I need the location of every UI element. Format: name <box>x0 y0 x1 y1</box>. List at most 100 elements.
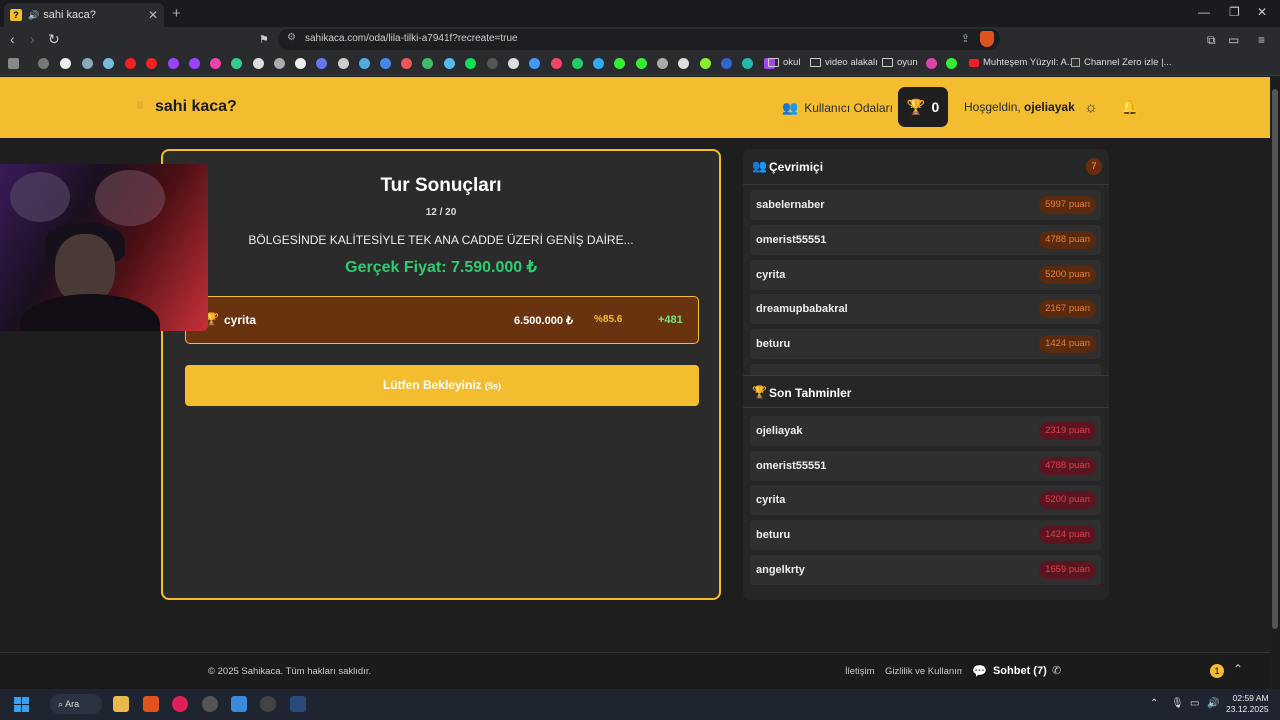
bookmark-icon[interactable] <box>926 58 937 69</box>
bell-icon[interactable]: 🔔 <box>1121 99 1138 116</box>
menu-icon[interactable]: ≡ <box>1258 33 1265 47</box>
bookmark-icon[interactable] <box>82 58 93 69</box>
clock[interactable]: 02:59 AM 23.12.2025 <box>1226 693 1269 715</box>
photos-icon[interactable] <box>231 696 247 712</box>
url-text[interactable]: sahikaca.com/oda/lila-tilki-a7941f?recre… <box>305 33 518 44</box>
url-bar[interactable]: ⚙ sahikaca.com/oda/lila-tilki-a7941f?rec… <box>278 29 1000 50</box>
reload-icon[interactable]: ↻ <box>48 31 60 48</box>
clock-date: 23.12.2025 <box>1226 704 1269 714</box>
new-tab-button[interactable]: + <box>172 5 181 22</box>
mic-icon[interactable]: 🎙 <box>1171 698 1184 709</box>
apps-icon[interactable] <box>8 58 19 69</box>
bookmark-icon[interactable] <box>657 58 668 69</box>
bookmark-icon[interactable] <box>444 58 455 69</box>
tray-overflow-icon[interactable]: ⌃ <box>1150 698 1158 709</box>
app-icon[interactable] <box>260 696 276 712</box>
user-rooms-link[interactable]: 👥 Kullanıcı Odaları <box>782 100 893 116</box>
bookmark-drive-icon[interactable] <box>422 58 433 69</box>
bookmark-icon[interactable] <box>678 58 689 69</box>
taskbar-search[interactable]: ⌕ Ara <box>50 694 102 714</box>
bookmark-kick-icon[interactable] <box>614 58 625 69</box>
bookmark-x-icon[interactable] <box>253 58 264 69</box>
app-icon[interactable] <box>202 696 218 712</box>
bookmark-icon[interactable] <box>721 58 732 69</box>
player-points: 5997 puan <box>1039 196 1096 214</box>
forward-icon[interactable]: › <box>30 31 35 47</box>
phone-icon[interactable]: ✆ <box>1052 664 1061 677</box>
close-tab-icon[interactable]: ✕ <box>148 8 158 22</box>
browser-tab[interactable]: ? 🔊 sahi kaca? ✕ <box>4 3 164 27</box>
bookmark-twitch-icon[interactable] <box>168 58 179 69</box>
bookmark-github-icon[interactable] <box>508 58 519 69</box>
network-icon[interactable]: ▭ <box>1190 698 1199 709</box>
bookmark-icon[interactable] <box>338 58 349 69</box>
contact-link[interactable]: İletişim <box>845 666 875 677</box>
bookmark-icon[interactable] <box>700 58 711 69</box>
steam-icon[interactable] <box>290 696 306 712</box>
folder-video[interactable]: video alakalı <box>810 57 878 68</box>
result-points: +481 <box>658 314 683 326</box>
bookmark-gmail-icon[interactable] <box>401 58 412 69</box>
player-points: 2167 puan <box>1039 300 1096 318</box>
bookmark-kick-icon[interactable] <box>636 58 647 69</box>
extensions-icon[interactable]: ⧉ <box>1207 33 1216 48</box>
bookmark-google-icon[interactable] <box>60 58 71 69</box>
restore-icon[interactable]: ❐ <box>1229 5 1240 19</box>
wait-button[interactable]: Lütfen Bekleyiniz (5s) <box>185 365 699 406</box>
welcome-prefix: Hoşgeldin, <box>964 100 1021 114</box>
back-icon[interactable]: ‹ <box>10 31 15 47</box>
bookmark-icon[interactable] <box>274 58 285 69</box>
site-icon <box>1071 58 1080 67</box>
scrollbar-thumb[interactable] <box>1272 89 1278 629</box>
real-price: Gerçek Fiyat: 7.590.000 ₺ <box>345 259 537 276</box>
bookmark-icon[interactable] <box>103 58 114 69</box>
close-window-icon[interactable]: ✕ <box>1257 5 1267 19</box>
bookmark-muhtesem[interactable]: Muhteşem Yüzyıl: A... <box>969 57 1075 68</box>
privacy-link[interactable]: Gizlilik ve Kullanım <box>885 666 965 677</box>
users-icon: 👥 <box>782 100 799 115</box>
brave-shield-icon[interactable] <box>980 31 994 47</box>
chevron-up-icon[interactable]: ⌃ <box>1233 662 1243 676</box>
bookmark-history-icon[interactable] <box>38 58 49 69</box>
folder-oyun[interactable]: oyun <box>882 57 918 68</box>
trophy-score[interactable]: 🏆 0 <box>898 87 948 127</box>
bookmark-spotify-icon[interactable] <box>465 58 476 69</box>
file-explorer-icon[interactable] <box>113 696 129 712</box>
bookmark-icon[interactable] <box>742 58 753 69</box>
bookmark-whatsapp-icon[interactable] <box>572 58 583 69</box>
bookmark-icon[interactable] <box>231 58 242 69</box>
theme-toggle-icon[interactable]: ☼ <box>1084 99 1098 116</box>
page-scrollbar[interactable] <box>1270 77 1280 689</box>
minimize-icon[interactable]: — <box>1198 5 1210 19</box>
volume-icon[interactable]: 🔊 <box>1207 698 1219 709</box>
notification-count[interactable]: 1 <box>1210 664 1224 678</box>
brave-browser-icon[interactable] <box>143 696 159 712</box>
site-info-icon[interactable]: ⚙ <box>287 32 296 43</box>
bookmark-icon[interactable]: ⚑ <box>259 33 269 46</box>
bookmark-icon[interactable] <box>551 58 562 69</box>
bookmark-youtube-icon[interactable] <box>125 58 136 69</box>
bookmark-icon[interactable] <box>359 58 370 69</box>
bookmark-discord-icon[interactable] <box>316 58 327 69</box>
player-name: dreamupbabakral <box>756 303 848 315</box>
round-progress: 12 / 20 <box>425 207 457 218</box>
bookmark-twitch-icon[interactable] <box>189 58 200 69</box>
bookmark-icon[interactable] <box>529 58 540 69</box>
site-logo[interactable]: sahi kaca? <box>155 98 237 116</box>
share-icon[interactable]: ⇪ <box>961 32 970 45</box>
bookmark-channel[interactable]: Channel Zero izle |... <box>1071 57 1171 68</box>
folder-icon <box>882 58 893 67</box>
media-player-icon[interactable] <box>172 696 188 712</box>
bookmark-kick-icon[interactable] <box>946 58 957 69</box>
folder-okul[interactable]: okul <box>768 57 800 68</box>
windows-start-icon[interactable] <box>14 697 29 712</box>
folder-icon <box>768 58 779 67</box>
bookmark-telegram-icon[interactable] <box>593 58 604 69</box>
bookmark-youtube-icon[interactable] <box>146 58 157 69</box>
bookmark-instagram-icon[interactable] <box>210 58 221 69</box>
bookmark-icon[interactable] <box>380 58 391 69</box>
sidebar-icon[interactable]: ▭ <box>1228 33 1239 47</box>
bookmark-tiktok-icon[interactable] <box>295 58 306 69</box>
bookmark-icon[interactable] <box>487 58 498 69</box>
round-title: Tur Sonuçları <box>380 175 502 196</box>
